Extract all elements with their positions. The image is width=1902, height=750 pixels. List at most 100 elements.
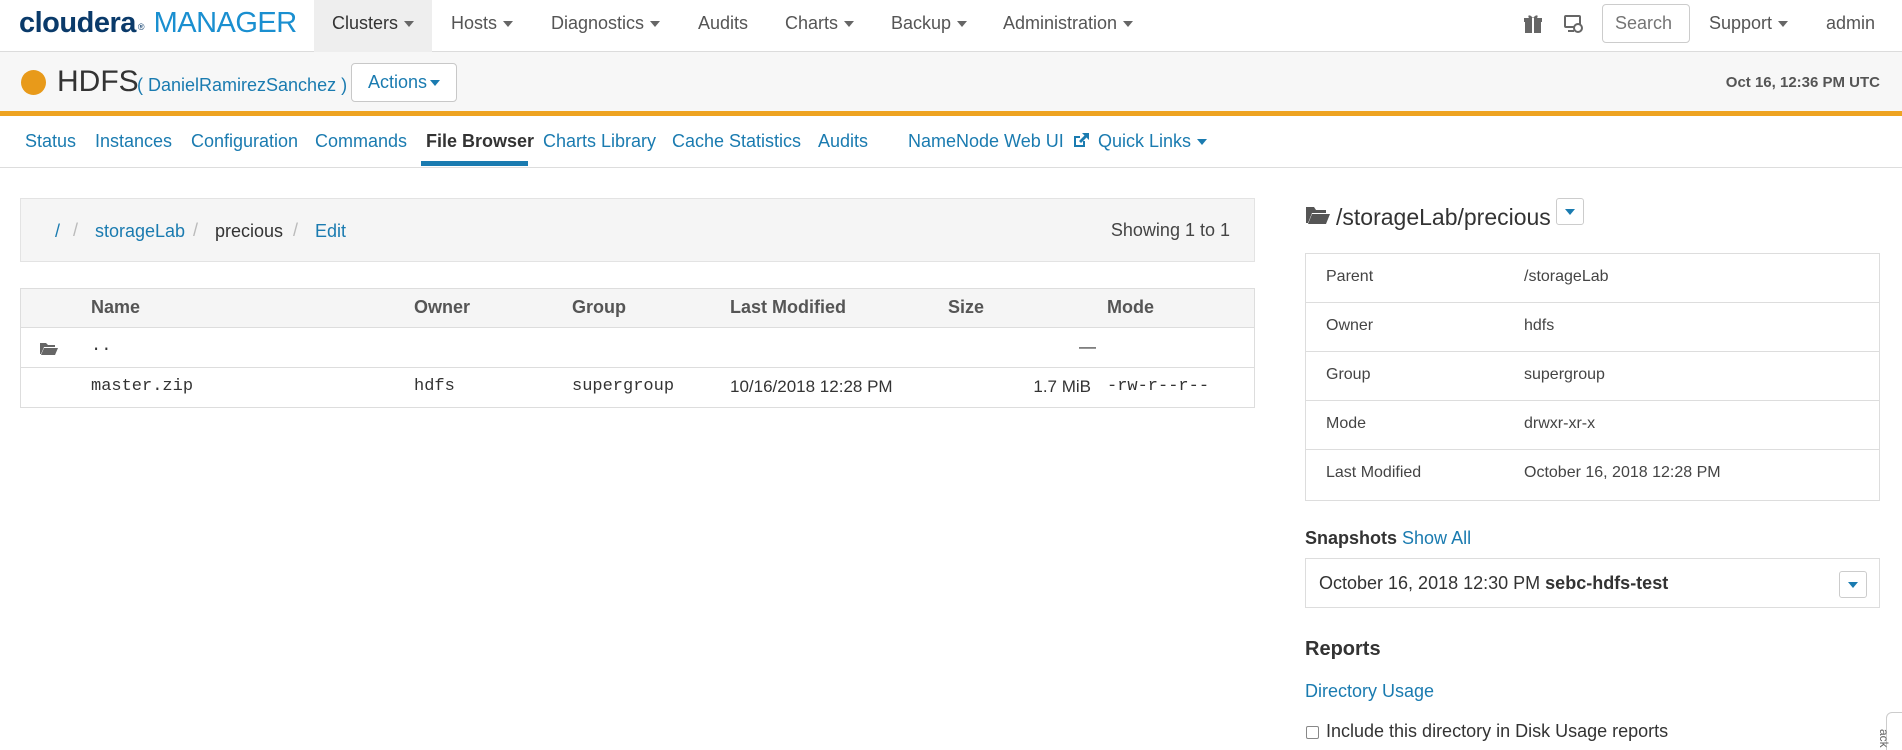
search-input[interactable]: [1602, 4, 1690, 43]
actions-button[interactable]: Actions: [351, 63, 457, 102]
table-row[interactable]: master.zip hdfs supergroup 10/16/2018 12…: [21, 368, 1254, 408]
chevron-down-icon: [430, 80, 441, 87]
service-status-icon: [21, 70, 46, 95]
chevron-down-icon: [1778, 21, 1789, 28]
property-key: Parent: [1326, 268, 1374, 285]
include-disk-usage-checkbox[interactable]: [1306, 726, 1319, 739]
snapshots-heading: Snapshots Show All: [1305, 528, 1472, 548]
nav-user-menu[interactable]: admin: [1808, 0, 1902, 74]
tab-audits[interactable]: Audits: [818, 129, 868, 153]
snapshot-time: October 16, 2018 12:30 PM: [1319, 573, 1541, 593]
snapshot-name: sebc-hdfs-test: [1545, 573, 1669, 593]
file-mode: -rw-r--r--: [1107, 377, 1210, 396]
snapshot-item: October 16, 2018 12:30 PM sebc-hdfs-test: [1305, 558, 1880, 608]
nav-support[interactable]: Support: [1691, 0, 1806, 52]
file-last-modified: 10/16/2018 12:28 PM: [730, 377, 893, 396]
service-tabs: Status Instances Configuration Commands …: [0, 116, 1902, 168]
breadcrumb-separator: /: [73, 220, 79, 240]
chevron-down-icon: [957, 21, 968, 28]
chevron-down-icon: [1848, 582, 1858, 588]
breadcrumb-edit-link[interactable]: Edit: [315, 220, 346, 242]
directory-actions-dropdown[interactable]: [1556, 198, 1584, 225]
registered-mark-icon: ®: [137, 22, 145, 32]
chevron-down-icon: [503, 21, 514, 28]
directory-usage-link[interactable]: Directory Usage: [1305, 681, 1434, 702]
property-value: supergroup: [1524, 366, 1605, 383]
file-size: 1.7 MiB: [1033, 377, 1091, 396]
parcel-icon[interactable]: [1563, 14, 1585, 34]
folder-open-icon: [40, 343, 58, 355]
chevron-down-icon: [404, 21, 415, 28]
breadcrumb-storagelab[interactable]: storageLab: [95, 220, 185, 242]
tab-charts-library[interactable]: Charts Library: [543, 129, 656, 153]
gift-icon[interactable]: [1522, 14, 1544, 34]
parent-directory-link[interactable]: ..: [91, 337, 111, 356]
property-value: hdfs: [1524, 317, 1555, 334]
nav-backup[interactable]: Backup: [873, 0, 985, 52]
property-row: Group supergroup: [1306, 352, 1879, 401]
property-row: Last Modified October 16, 2018 12:28 PM: [1306, 450, 1879, 499]
tab-status[interactable]: Status: [25, 129, 76, 153]
folder-open-icon: [1306, 207, 1330, 224]
logo-product: MANAGER: [153, 7, 298, 39]
chevron-down-icon: [1123, 21, 1134, 28]
property-value: October 16, 2018 12:28 PM: [1524, 464, 1721, 481]
file-name[interactable]: master.zip: [91, 377, 193, 396]
include-disk-usage-label[interactable]: Include this directory in Disk Usage rep…: [1326, 721, 1668, 742]
tab-namenode-web-ui[interactable]: NameNode Web UI: [908, 129, 1090, 153]
property-value: drwxr-xr-x: [1524, 415, 1596, 432]
showing-count: Showing 1 to 1: [1110, 220, 1230, 240]
column-group[interactable]: Group: [572, 297, 626, 318]
property-key: Group: [1326, 366, 1371, 383]
tab-cache-statistics[interactable]: Cache Statistics: [672, 129, 801, 153]
column-name[interactable]: Name: [91, 297, 140, 318]
nav-hosts[interactable]: Hosts: [433, 0, 531, 52]
breadcrumb-root[interactable]: /: [55, 220, 60, 242]
chevron-down-icon: [844, 21, 855, 28]
tab-configuration[interactable]: Configuration: [191, 129, 298, 153]
reports-heading: Reports: [1305, 638, 1381, 660]
directory-properties-table: Parent /storageLab Owner hdfs Group supe…: [1305, 253, 1880, 501]
nav-clusters[interactable]: Clusters: [314, 0, 433, 52]
file-group: supergroup: [572, 377, 675, 396]
service-title: HDFS: [57, 65, 139, 98]
snapshot-actions-dropdown[interactable]: [1839, 571, 1867, 598]
property-row: Owner hdfs: [1306, 303, 1879, 352]
table-row-parent[interactable]: .. —: [21, 328, 1254, 368]
property-row: Parent /storageLab: [1306, 254, 1879, 303]
tab-commands[interactable]: Commands: [315, 129, 407, 153]
current-time: Oct 16, 12:36 PM UTC: [1725, 74, 1880, 91]
column-last-modified[interactable]: Last Modified: [730, 297, 846, 318]
show-all-snapshots-link[interactable]: Show All: [1402, 528, 1471, 548]
breadcrumb: / / storageLab / precious / Edit Showing…: [20, 198, 1255, 262]
breadcrumb-current: precious: [215, 221, 284, 241]
directory-path-title: /storageLab/precious: [1336, 204, 1551, 230]
property-key: Owner: [1326, 317, 1374, 334]
tab-instances[interactable]: Instances: [95, 129, 172, 153]
property-key: Last Modified: [1326, 464, 1422, 481]
cloudera-manager-logo[interactable]: cloudera ® MANAGER: [19, 6, 297, 40]
tab-file-browser[interactable]: File Browser: [426, 129, 534, 153]
active-tab-indicator: [421, 161, 528, 166]
chevron-down-icon: [1197, 139, 1208, 146]
nav-audits[interactable]: Audits: [680, 0, 766, 52]
column-size[interactable]: Size: [948, 297, 984, 318]
tab-quick-links[interactable]: Quick Links: [1098, 129, 1208, 153]
column-mode[interactable]: Mode: [1107, 297, 1154, 318]
breadcrumb-separator: /: [293, 220, 299, 240]
parent-size: —: [1079, 337, 1096, 356]
chevron-down-icon: [1565, 209, 1575, 215]
feedback-side-tab[interactable]: ack: [1877, 712, 1902, 750]
property-value: /storageLab: [1524, 268, 1609, 285]
file-table: Name Owner Group Last Modified Size Mode…: [20, 288, 1255, 408]
chevron-down-icon: [650, 21, 661, 28]
column-owner[interactable]: Owner: [414, 297, 470, 318]
nav-charts[interactable]: Charts: [767, 0, 872, 52]
cluster-link[interactable]: ( DanielRamirezSanchez ): [137, 74, 347, 96]
nav-diagnostics[interactable]: Diagnostics: [533, 0, 678, 52]
breadcrumb-separator: /: [193, 220, 199, 240]
nav-administration[interactable]: Administration: [985, 0, 1151, 52]
top-navbar: cloudera ® MANAGER Clusters Hosts Diagnos…: [0, 0, 1902, 74]
external-link-icon: [1073, 133, 1089, 147]
file-owner: hdfs: [414, 377, 455, 396]
